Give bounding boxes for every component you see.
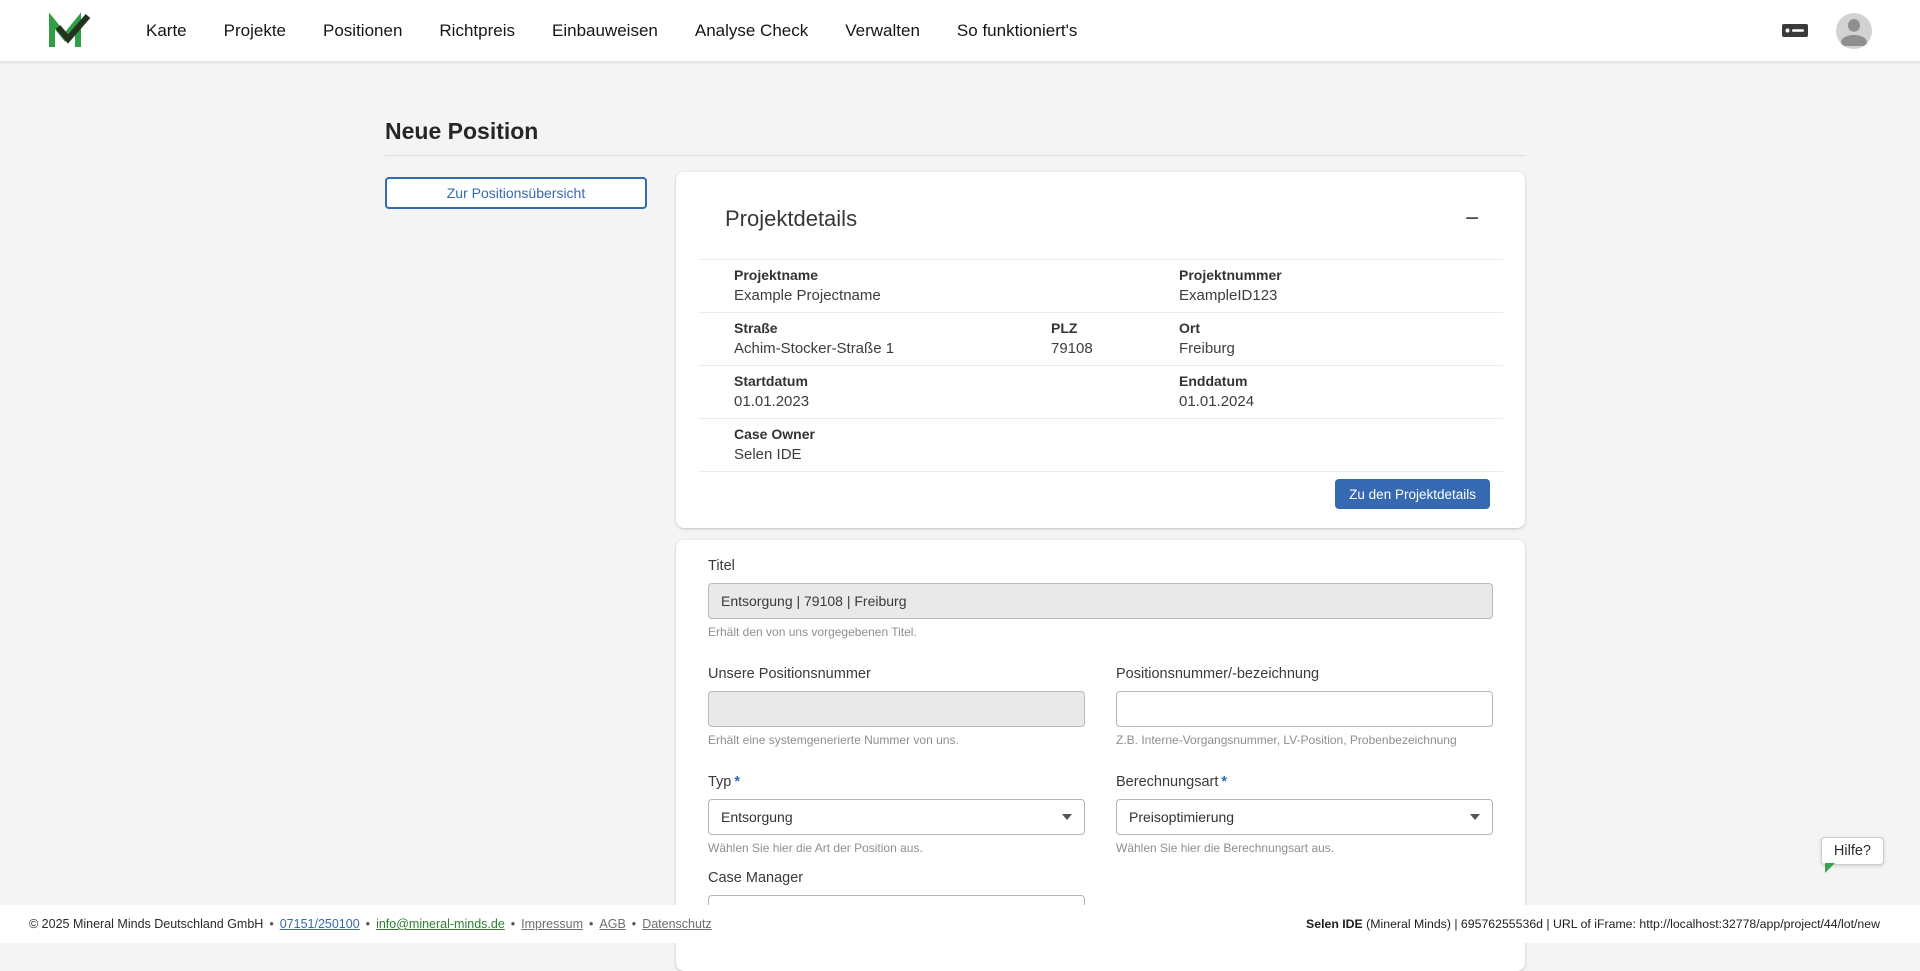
unsere-positionsnummer-helper: Erhält eine systemgenerierte Nummer von … [708, 733, 959, 747]
positionsnummer-label: Positionsnummer/-bezeichnung [1116, 666, 1320, 682]
footer-separator: • [269, 917, 274, 931]
berechnungsart-field: Berechnungsart * Preisoptimierung Wählen … [1116, 774, 1493, 856]
table-row: Startdatum 01.01.2023 Enddatum 01.01.202… [698, 365, 1503, 418]
positionsnummer-helper: Z.B. Interne-Vorgangsnummer, LV-Position… [1116, 733, 1457, 747]
agb-link[interactable]: AGB [599, 917, 625, 931]
footer: © 2025 Mineral Minds Deutschland GmbH • … [0, 905, 1920, 943]
typ-helper: Wählen Sie hier die Art der Position aus… [708, 841, 923, 855]
main-content: Neue Position Zur Positionsübersicht Pro… [0, 61, 1920, 971]
projektnummer-value: ExampleID123 [1179, 287, 1278, 304]
user-avatar[interactable] [1836, 12, 1872, 49]
nav-item-projekte[interactable]: Projekte [224, 21, 286, 41]
table-row: Straße Achim-Stocker-Straße 1 PLZ 79108 … [698, 312, 1503, 365]
ort-value: Freiburg [1179, 340, 1235, 357]
required-marker: * [734, 774, 741, 790]
startdatum-label: Startdatum [734, 373, 808, 389]
strasse-label: Straße [734, 320, 778, 336]
startdatum-value: 01.01.2023 [734, 393, 810, 410]
project-details-title: Projektdetails [725, 205, 858, 231]
unsere-positionsnummer-field: Unsere Positionsnummer Erhält eine syste… [708, 666, 1085, 748]
plz-label: PLZ [1051, 320, 1078, 336]
positionsnummer-field: Positionsnummer/-bezeichnung Z.B. Intern… [1116, 666, 1493, 748]
help-label: Hilfe? [1833, 843, 1871, 859]
positionsnummer-input[interactable] [1116, 691, 1493, 727]
enddatum-label: Enddatum [1179, 373, 1248, 389]
case-manager-label: Case Manager [708, 870, 804, 886]
nav-item-einbauweisen[interactable]: Einbauweisen [552, 21, 658, 41]
copyright-text: © 2025 Mineral Minds Deutschland GmbH [29, 917, 264, 931]
berechnungsart-select-value: Preisoptimierung [1129, 809, 1235, 825]
footer-left: © 2025 Mineral Minds Deutschland GmbH • … [29, 917, 712, 931]
session-user: Selen IDE [1306, 917, 1363, 931]
mineral-minds-logo-icon [49, 12, 91, 47]
chevron-down-icon [1470, 814, 1480, 820]
plz-value: 79108 [1051, 340, 1093, 357]
titel-label: Titel [708, 558, 735, 574]
go-to-project-details-button[interactable]: Zu den Projektdetails [1335, 479, 1490, 509]
required-marker: * [1221, 774, 1228, 790]
berechnungsart-label: Berechnungsart * [1116, 774, 1228, 790]
back-to-positions-button[interactable]: Zur Positionsübersicht [385, 177, 647, 209]
person-icon [1841, 18, 1867, 46]
top-navigation: Karte Projekte Positionen Richtpreis Ein… [0, 0, 1920, 61]
projektnummer-label: Projektnummer [1179, 267, 1282, 283]
app-logo[interactable] [47, 11, 91, 51]
help-button[interactable]: Hilfe? [1820, 837, 1884, 873]
case-owner-value: Selen IDE [734, 446, 802, 463]
projektname-value: Example Projectname [734, 287, 881, 304]
footer-separator: • [589, 917, 594, 931]
nav-item-so-funktionierts[interactable]: So funktioniert's [957, 21, 1077, 41]
nav-item-karte[interactable]: Karte [146, 21, 187, 41]
project-details-card: Projektdetails − Projektname Example Pro… [676, 172, 1525, 528]
case-owner-label: Case Owner [734, 426, 815, 442]
unsere-positionsnummer-input [708, 691, 1085, 727]
datenschutz-link[interactable]: Datenschutz [642, 917, 711, 931]
phone-link[interactable]: 07151/250100 [280, 917, 360, 931]
ort-label: Ort [1179, 320, 1200, 336]
nav-right [1780, 12, 1872, 49]
enddatum-value: 01.01.2024 [1179, 393, 1255, 410]
footer-separator: • [631, 917, 637, 931]
typ-field: Typ * Entsorgung Wählen Sie hier die Art … [708, 774, 1085, 856]
session-info: Selen IDE (Mineral Minds) | 69576255536d… [1306, 917, 1880, 931]
project-details-table: Projektname Example Projectname Projektn… [698, 259, 1503, 472]
session-details: (Mineral Minds) | 69576255536d | URL of … [1362, 917, 1880, 931]
unsere-positionsnummer-label: Unsere Positionsnummer [708, 666, 871, 682]
typ-label: Typ * [708, 774, 741, 790]
footer-separator: • [510, 917, 516, 931]
nav-item-positionen[interactable]: Positionen [323, 21, 402, 41]
nav-links: Karte Projekte Positionen Richtpreis Ein… [146, 21, 1077, 41]
berechnungsart-helper: Wählen Sie hier die Berechnungsart aus. [1116, 841, 1335, 855]
projektname-label: Projektname [734, 267, 819, 283]
server-icon[interactable] [1780, 18, 1810, 44]
collapse-icon[interactable]: − [1461, 206, 1483, 231]
chevron-down-icon [1062, 814, 1072, 820]
impressum-link[interactable]: Impressum [521, 917, 583, 931]
table-row: Case Owner Selen IDE [698, 418, 1503, 472]
email-link[interactable]: info@mineral-minds.de [376, 917, 505, 931]
nav-item-richtpreis[interactable]: Richtpreis [439, 21, 515, 41]
berechnungsart-select[interactable]: Preisoptimierung [1116, 799, 1493, 835]
titel-helper: Erhält den von uns vorgegebenen Titel. [708, 625, 917, 639]
typ-select-value: Entsorgung [721, 809, 793, 825]
nav-item-analyse-check[interactable]: Analyse Check [695, 21, 808, 41]
title-divider [385, 155, 1525, 156]
strasse-value: Achim-Stocker-Straße 1 [734, 340, 895, 357]
nav-item-verwalten[interactable]: Verwalten [845, 21, 920, 41]
titel-field: Titel Erhält den von uns vorgegebenen Ti… [708, 558, 1493, 640]
titel-input [708, 583, 1493, 619]
footer-separator: • [365, 917, 371, 931]
page-title: Neue Position [385, 118, 539, 144]
typ-select[interactable]: Entsorgung [708, 799, 1085, 835]
table-row: Projektname Example Projectname Projektn… [698, 259, 1503, 312]
